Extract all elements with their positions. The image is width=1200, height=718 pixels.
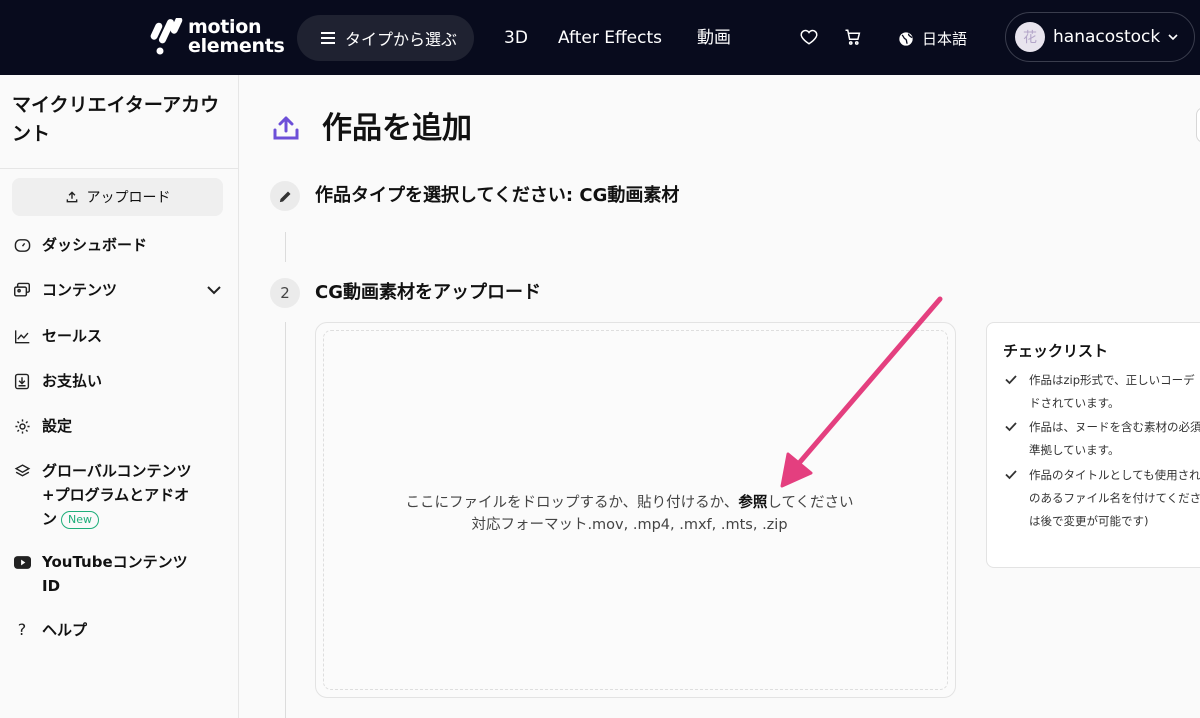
user-menu[interactable]: 花 hanacostock xyxy=(1005,12,1195,62)
sidebar-title: マイクリエイターアカウント xyxy=(12,94,220,145)
file-dropzone[interactable]: ここにファイルをドロップするか、貼り付けるか、参照してください 対応フォーマット… xyxy=(315,322,956,698)
sidebar-item-label: セールス xyxy=(42,327,103,345)
checklist-item-line3: は後で変更が可能です) xyxy=(1029,514,1149,528)
language-selector[interactable]: 日本語 xyxy=(898,28,967,49)
logo-mark-icon xyxy=(150,18,183,55)
sidebar-item-payments[interactable]: お支払い xyxy=(12,369,102,393)
checklist-item-line2: 準拠しています。 xyxy=(1029,443,1120,457)
motion-elements-logo[interactable]: motion elements xyxy=(150,16,285,60)
layers-icon xyxy=(12,459,32,483)
check-icon xyxy=(1005,470,1017,480)
checklist-item: 作品のタイトルとしても使用され のあるファイル名を付けてくださ は後で変更が可能… xyxy=(1005,464,1200,533)
youtube-icon xyxy=(12,550,32,574)
nav-link-after-effects[interactable]: After Effects xyxy=(558,28,662,48)
sidebar-item-label: ヘルプ xyxy=(42,621,88,639)
upload-button-label: アップロード xyxy=(86,190,171,206)
checklist-item-line2: ドされています。 xyxy=(1029,396,1120,410)
sidebar: マイクリエイターアカウント アップロード ダッシュボード コンテンツ セールス … xyxy=(0,75,239,718)
upload-button[interactable]: アップロード xyxy=(12,178,223,216)
sidebar-item-content[interactable]: コンテンツ xyxy=(12,278,117,302)
step1-title: 作品タイプを選択してください: CG動画素材 xyxy=(315,185,680,206)
logo-text-line2: elements xyxy=(188,35,285,57)
sidebar-item-label: お支払い xyxy=(42,372,103,390)
type-menu-button[interactable]: タイプから選ぶ xyxy=(297,15,474,61)
sidebar-item-help[interactable]: ? ヘルプ xyxy=(12,618,87,642)
favorites-heart-icon[interactable] xyxy=(800,28,818,50)
step-connector xyxy=(285,322,286,718)
sidebar-item-label-line1: グローバルコンテンツ xyxy=(42,462,192,480)
drop-instruction-text: ここにファイルをドロップするか、貼り付けるか、 xyxy=(405,495,739,511)
step-connector xyxy=(285,232,286,262)
username: hanacostock xyxy=(1053,27,1161,47)
check-icon xyxy=(1005,375,1017,385)
sidebar-item-label-line1: YouTubeコンテンツ xyxy=(42,553,188,571)
sidebar-item-global-content[interactable]: グローバルコンテンツ +プログラムとアドオ ン New xyxy=(12,459,192,531)
drop-instruction-suffix: してください xyxy=(767,495,854,511)
sidebar-item-label-line2: ID xyxy=(42,577,61,595)
checklist-item-line1: 作品はzip形式で、正しいコーデ xyxy=(1029,373,1195,387)
checklist-item: 作品は、ヌードを含む素材の必須 準拠しています。 xyxy=(1005,416,1200,462)
help-icon: ? xyxy=(17,620,27,639)
content-icon xyxy=(12,278,32,302)
gear-icon xyxy=(12,414,32,438)
sidebar-item-label: コンテンツ xyxy=(42,281,118,299)
logo-text: motion elements xyxy=(188,18,285,56)
step2-number-badge: 2 xyxy=(270,278,300,308)
sidebar-item-label: ダッシュボード xyxy=(42,236,148,254)
sidebar-divider xyxy=(0,168,239,169)
sidebar-item-label: グローバルコンテンツ +プログラムとアドオ ン New xyxy=(42,459,192,531)
language-label: 日本語 xyxy=(922,30,968,48)
payment-icon xyxy=(12,369,32,393)
new-badge: New xyxy=(61,511,100,529)
dashboard-icon xyxy=(12,233,32,257)
nav-link-3d[interactable]: 3D xyxy=(504,28,528,48)
sidebar-item-label: YouTubeコンテンツ ID xyxy=(42,550,188,598)
chevron-down-icon[interactable] xyxy=(206,285,222,295)
chevron-down-icon xyxy=(1168,33,1178,40)
browse-link[interactable]: 参照 xyxy=(738,495,767,511)
overflow-button[interactable] xyxy=(1196,107,1200,143)
sidebar-item-sales[interactable]: セールス xyxy=(12,324,102,348)
dropzone-text: ここにファイルをドロップするか、貼り付けるか、参照してください 対応フォーマット… xyxy=(316,492,943,536)
sidebar-item-dashboard[interactable]: ダッシュボード xyxy=(12,233,147,257)
checklist-title: チェックリスト xyxy=(1003,342,1109,360)
checklist-item-line1: 作品のタイトルとしても使用され xyxy=(1029,468,1200,482)
nav-link-video[interactable]: 動画 xyxy=(697,28,731,48)
upload-icon xyxy=(66,191,77,203)
step2-title: CG動画素材をアップロード xyxy=(315,282,541,303)
type-menu-label: タイプから選ぶ xyxy=(345,30,458,49)
hamburger-icon xyxy=(321,32,335,44)
globe-icon xyxy=(899,31,913,46)
cart-icon[interactable] xyxy=(844,28,862,50)
sidebar-item-label: 設定 xyxy=(42,417,73,435)
chart-line-icon xyxy=(12,324,32,348)
avatar: 花 xyxy=(1015,22,1045,52)
sidebar-item-settings[interactable]: 設定 xyxy=(12,414,72,438)
page-title: 作品を追加 xyxy=(322,111,472,146)
sidebar-item-label-line3: ン xyxy=(42,510,58,528)
checklist-item-line2: のあるファイル名を付けてくださ xyxy=(1029,491,1200,505)
checklist-item: 作品はzip形式で、正しいコーデ ドされています。 xyxy=(1005,369,1200,415)
upload-tray-icon xyxy=(273,116,299,140)
supported-formats: 対応フォーマット.mov, .mp4, .mxf, .mts, .zip xyxy=(471,517,788,533)
sidebar-item-youtube-content-id[interactable]: YouTubeコンテンツ ID xyxy=(12,550,188,598)
step1-edit-badge[interactable] xyxy=(270,181,300,211)
pencil-icon xyxy=(279,191,290,202)
check-icon xyxy=(1005,422,1017,432)
checklist-item-line1: 作品は、ヌードを含む素材の必須 xyxy=(1029,420,1200,434)
top-header: motion elements タイプから選ぶ 3D After Effects… xyxy=(0,0,1200,75)
sidebar-item-label-line2: +プログラムとアドオ xyxy=(42,486,190,504)
checklist-panel: チェックリスト 作品はzip形式で、正しいコーデ ドされています。 作品は、ヌー… xyxy=(986,322,1200,568)
